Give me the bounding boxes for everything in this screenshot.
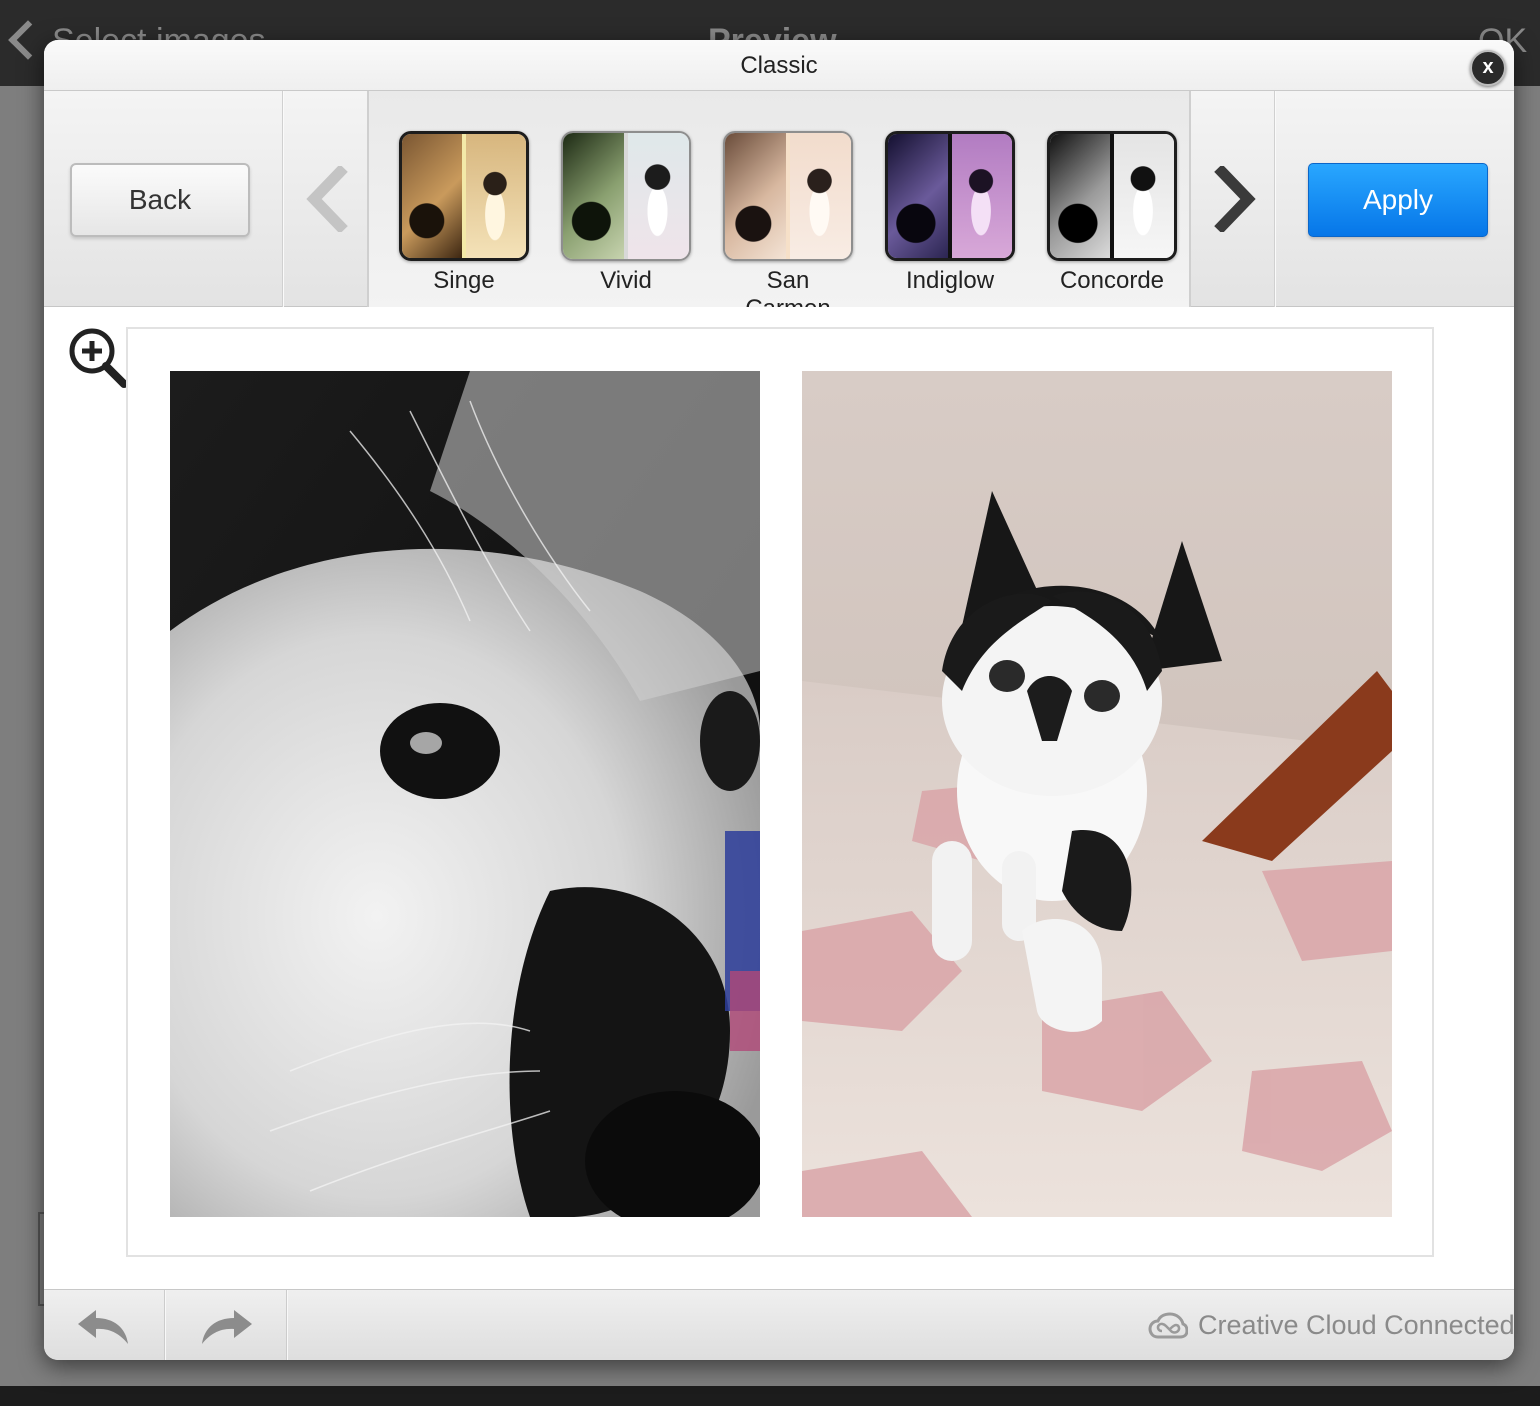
preview-image-left[interactable]	[170, 371, 760, 1217]
chevron-right-icon[interactable]	[1204, 166, 1264, 232]
thumbnail-separator	[1110, 134, 1114, 258]
creative-cloud-icon	[1148, 1312, 1188, 1339]
filter-item-singe[interactable]: Singe	[399, 131, 529, 301]
thumbnail-before-half	[402, 134, 464, 258]
background-back-chevron-icon	[8, 20, 48, 60]
toolbar-divider	[282, 91, 284, 307]
undo-icon[interactable]	[74, 1304, 134, 1348]
thumbnail-separator	[948, 134, 952, 258]
filter-item-concorde[interactable]: Concorde	[1047, 131, 1177, 301]
filter-thumbnail[interactable]	[1047, 131, 1177, 261]
thumbnail-after-half	[950, 134, 1012, 258]
thumbnail-separator	[462, 134, 466, 258]
thumbnail-after-half	[788, 133, 851, 259]
filter-item-indiglow[interactable]: Indiglow	[885, 131, 1015, 301]
toolbar-divider	[1274, 91, 1276, 307]
redo-icon[interactable]	[196, 1304, 256, 1348]
apply-button[interactable]: Apply	[1308, 163, 1488, 237]
filter-toolbar: Back Singe Vivid San Indiglow Concorde A…	[44, 90, 1514, 322]
filter-label: Vivid	[600, 267, 652, 294]
background-bottom-bar	[0, 1386, 1540, 1406]
filter-thumbnail[interactable]	[399, 131, 529, 261]
kitten-walking-image	[802, 371, 1392, 1217]
creative-cloud-label: Creative Cloud Connected	[1198, 1310, 1514, 1340]
thumbnail-after-half	[464, 134, 526, 258]
filter-preview-dialog: Classic x Back Singe Vivid San Indiglow …	[44, 40, 1514, 1360]
zoom-in-icon[interactable]	[66, 327, 130, 391]
filter-strip: Singe Vivid San Carmen	[367, 91, 1191, 322]
thumbnail-after-half	[626, 133, 689, 259]
back-button[interactable]: Back	[70, 163, 250, 237]
filter-thumbnail[interactable]	[561, 131, 691, 261]
thumbnail-before-half	[725, 133, 788, 259]
filter-thumbnail[interactable]	[885, 131, 1015, 261]
footer-divider	[286, 1290, 288, 1360]
thumbnail-before-half	[563, 133, 626, 259]
thumbnail-after-half	[1112, 134, 1174, 258]
preview-area	[44, 307, 1514, 1289]
close-button[interactable]: x	[1470, 50, 1506, 86]
filter-label: Indiglow	[905, 267, 995, 294]
thumbnail-separator	[624, 133, 628, 259]
preview-image-right[interactable]	[802, 371, 1392, 1217]
chevron-left-icon[interactable]	[298, 166, 358, 232]
thumbnail-before-half	[1050, 134, 1112, 258]
kitten-closeup-image	[170, 371, 760, 1217]
photo-frame	[126, 327, 1434, 1257]
footer-divider	[164, 1290, 166, 1360]
filter-item-san-carmen[interactable]: San Carmen	[723, 131, 853, 322]
dialog-title: Classic	[44, 40, 1514, 90]
creative-cloud-status: Creative Cloud Connected	[1144, 1307, 1514, 1343]
filter-item-vivid[interactable]: Vivid	[561, 131, 691, 301]
thumbnail-before-half	[888, 134, 950, 258]
thumbnail-separator	[786, 133, 790, 259]
filter-label: Singe	[433, 267, 495, 294]
filter-label: Concorde	[1059, 267, 1165, 294]
dialog-footer: Creative Cloud Connected	[44, 1289, 1514, 1360]
filter-thumbnail[interactable]	[723, 131, 853, 261]
